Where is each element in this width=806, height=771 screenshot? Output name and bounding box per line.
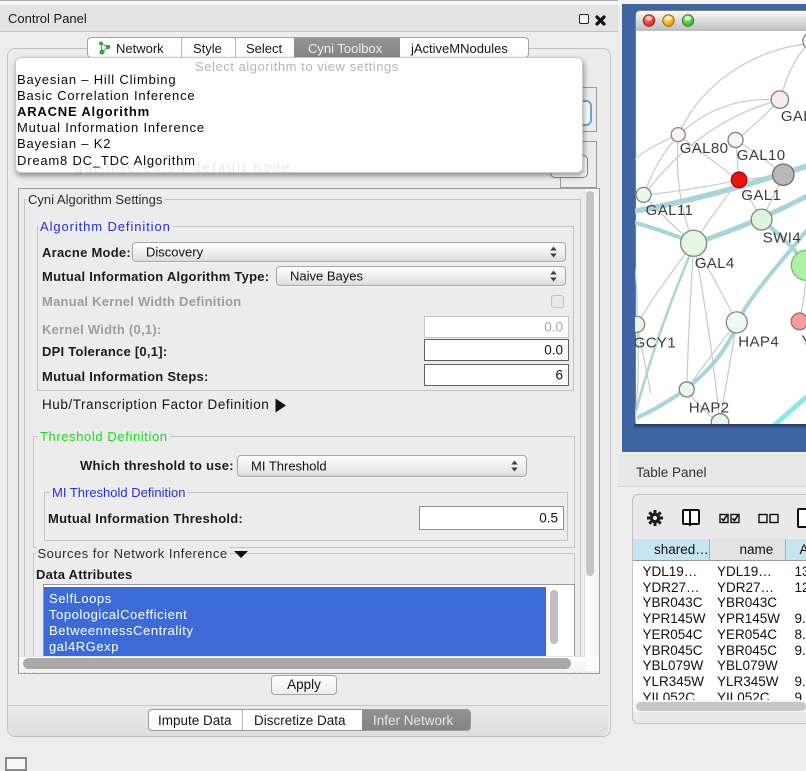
svg-text:GAL11: GAL11: [645, 202, 693, 219]
svg-text:SWI4: SWI4: [762, 229, 800, 246]
svg-text:HAP4: HAP4: [738, 333, 779, 350]
svg-text:GAL4: GAL4: [694, 255, 734, 272]
svg-text:HAP2: HAP2: [688, 399, 729, 416]
svg-text:GCY1: GCY1: [635, 334, 676, 351]
svg-text:GAL7: GAL7: [780, 108, 806, 125]
svg-text:Y: Y: [801, 332, 806, 349]
svg-text:GAL10: GAL10: [736, 147, 785, 164]
svg-text:GAL1: GAL1: [741, 187, 781, 204]
svg-text:GAL80: GAL80: [679, 140, 728, 157]
